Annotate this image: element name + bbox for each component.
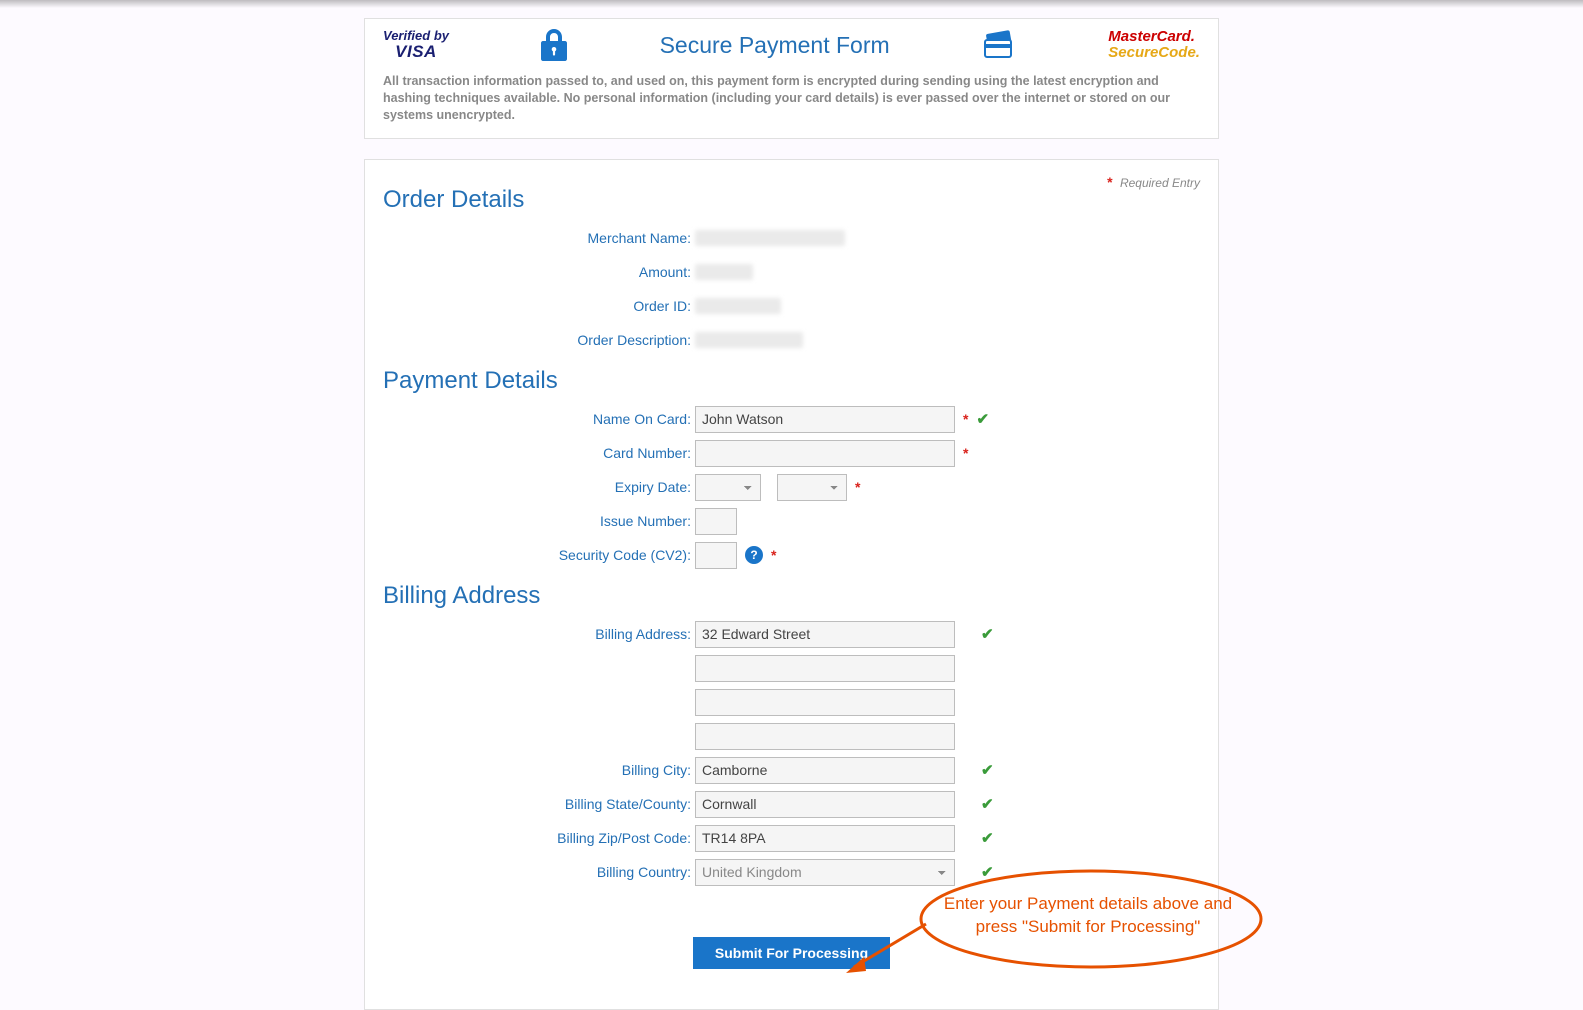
checkmark-icon: ✔: [981, 829, 994, 847]
billing-state-label: Billing State/County:: [383, 796, 695, 812]
header-description: All transaction information passed to, a…: [383, 73, 1200, 124]
amount-row: Amount:: [383, 258, 1200, 287]
billing-address2-input[interactable]: [695, 655, 955, 682]
expiry-row: Expiry Date: *: [383, 473, 1200, 502]
amount-label: Amount:: [383, 264, 695, 280]
checkmark-icon: ✔: [981, 761, 994, 779]
billing-address3-row: [383, 688, 1200, 717]
main-container: Verified by VISA Secure Payment Form Mas…: [364, 0, 1219, 1010]
card-number-input[interactable]: [695, 440, 955, 467]
order-id-row: Order ID:: [383, 292, 1200, 321]
billing-address3-input[interactable]: [695, 689, 955, 716]
order-id-value-redacted: [695, 298, 781, 314]
order-desc-label: Order Description:: [383, 332, 695, 348]
billing-address4-input[interactable]: [695, 723, 955, 750]
asterisk-icon: *: [963, 411, 968, 427]
billing-zip-input[interactable]: [695, 825, 955, 852]
expiry-year-select[interactable]: [777, 474, 847, 501]
visa-line1: Verified by: [383, 29, 449, 43]
billing-country-select[interactable]: United Kingdom: [695, 859, 955, 886]
merchant-name-row: Merchant Name:: [383, 224, 1200, 253]
merchant-name-label: Merchant Name:: [383, 230, 695, 246]
billing-city-row: Billing City: ✔: [383, 756, 1200, 785]
billing-state-input[interactable]: [695, 791, 955, 818]
cv2-input[interactable]: [695, 542, 737, 569]
asterisk-icon: *: [963, 445, 968, 461]
asterisk-icon: *: [1107, 174, 1112, 190]
billing-address1-row: Billing Address: ✔: [383, 620, 1200, 649]
verified-by-visa-logo: Verified by VISA: [383, 29, 449, 60]
card-number-row: Card Number: *: [383, 439, 1200, 468]
visa-line2: VISA: [383, 43, 449, 61]
card-number-label: Card Number:: [383, 445, 695, 461]
billing-city-input[interactable]: [695, 757, 955, 784]
checkmark-icon: ✔: [981, 795, 994, 813]
order-details-heading: Order Details: [383, 186, 1200, 214]
issue-number-row: Issue Number:: [383, 507, 1200, 536]
checkmark-icon: ✔: [981, 625, 994, 643]
submit-row: Submit For Processing: [383, 937, 1200, 969]
order-desc-row: Order Description:: [383, 326, 1200, 355]
annotation-text: Enter your Payment details above and pre…: [938, 893, 1238, 939]
payment-details-heading: Payment Details: [383, 367, 1200, 395]
credit-cards-icon: [981, 30, 1017, 60]
asterisk-icon: *: [855, 479, 860, 495]
mastercard-securecode-logo: MasterCard. SecureCode.: [1108, 29, 1200, 61]
merchant-name-value-redacted: [695, 230, 845, 246]
asterisk-icon: *: [771, 547, 776, 563]
form-box: * Required Entry Order Details Merchant …: [364, 159, 1219, 1010]
top-shadow: [0, 0, 1583, 8]
header-top-row: Verified by VISA Secure Payment Form Mas…: [383, 29, 1200, 61]
billing-zip-row: Billing Zip/Post Code: ✔: [383, 824, 1200, 853]
mc-line2: SecureCode.: [1108, 45, 1200, 61]
mc-line1: MasterCard.: [1108, 29, 1200, 45]
name-on-card-row: Name On Card: * ✔: [383, 405, 1200, 434]
billing-state-row: Billing State/County: ✔: [383, 790, 1200, 819]
cv2-label: Security Code (CV2):: [383, 547, 695, 563]
checkmark-icon: ✔: [976, 410, 989, 428]
checkmark-icon: ✔: [981, 863, 994, 881]
billing-address1-input[interactable]: [695, 621, 955, 648]
issue-number-label: Issue Number:: [383, 513, 695, 529]
issue-number-input[interactable]: [695, 508, 737, 535]
name-on-card-label: Name On Card:: [383, 411, 695, 427]
header-box: Verified by VISA Secure Payment Form Mas…: [364, 18, 1219, 139]
name-on-card-input[interactable]: [695, 406, 955, 433]
billing-address-label: Billing Address:: [383, 626, 695, 642]
cv2-row: Security Code (CV2): ? *: [383, 541, 1200, 570]
amount-value-redacted: [695, 264, 753, 280]
billing-country-row: Billing Country: United Kingdom ✔: [383, 858, 1200, 887]
help-icon[interactable]: ?: [745, 546, 763, 564]
required-entry-label: Required Entry: [1120, 176, 1200, 190]
page-title: Secure Payment Form: [660, 32, 890, 59]
billing-address-heading: Billing Address: [383, 582, 1200, 610]
lock-icon: [540, 29, 568, 61]
expiry-month-select[interactable]: [695, 474, 761, 501]
order-desc-value-redacted: [695, 332, 803, 348]
expiry-label: Expiry Date:: [383, 479, 695, 495]
order-id-label: Order ID:: [383, 298, 695, 314]
required-entry-note: * Required Entry: [1107, 174, 1200, 190]
submit-button[interactable]: Submit For Processing: [693, 937, 890, 969]
billing-city-label: Billing City:: [383, 762, 695, 778]
billing-address4-row: [383, 722, 1200, 751]
billing-zip-label: Billing Zip/Post Code:: [383, 830, 695, 846]
billing-address2-row: [383, 654, 1200, 683]
billing-country-label: Billing Country:: [383, 864, 695, 880]
